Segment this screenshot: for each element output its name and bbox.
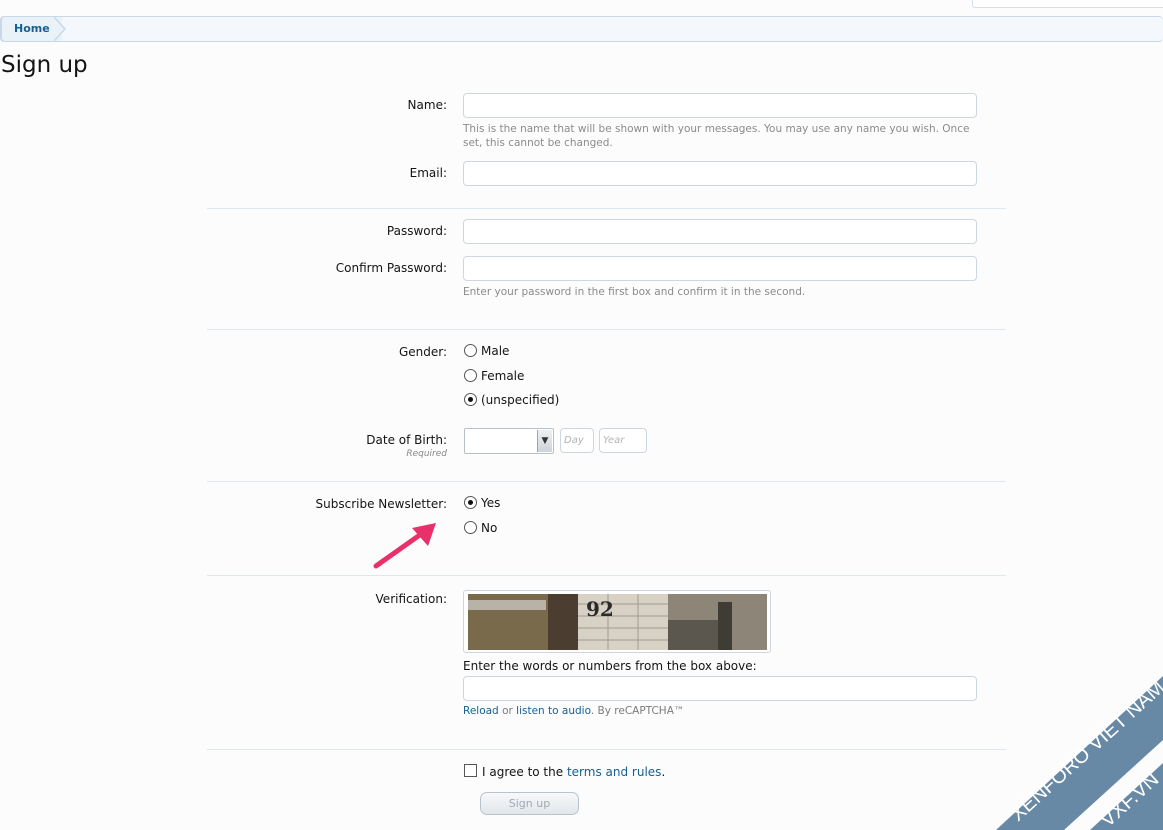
confirm-password-label: Confirm Password:	[335, 261, 447, 275]
email-label: Email:	[409, 166, 447, 180]
gender-option-label: Female	[481, 369, 525, 383]
watermark-line1: XENFORO VIET NAM	[1007, 677, 1163, 826]
email-input[interactable]	[463, 161, 977, 186]
name-hint: This is the name that will be shown with…	[463, 123, 970, 149]
listen-audio-link[interactable]: listen to audio	[516, 705, 591, 717]
divider	[207, 481, 1006, 482]
dob-day-input[interactable]: Day	[560, 428, 594, 453]
confirm-password-input[interactable]	[463, 256, 977, 281]
captcha-box: 92	[463, 590, 771, 653]
newsletter-option-label: No	[481, 521, 498, 535]
breadcrumb-arrow-fill	[53, 17, 64, 41]
agree-prefix: I agree to the	[482, 765, 564, 779]
dob-label: Date of Birth:	[366, 433, 447, 447]
newsletter-option-label: Yes	[481, 496, 501, 510]
name-label: Name:	[407, 98, 447, 112]
name-input[interactable]	[463, 93, 977, 118]
divider	[207, 329, 1006, 330]
newsletter-label: Subscribe Newsletter:	[315, 497, 447, 511]
search-box[interactable]	[972, 0, 1163, 8]
chevron-down-icon[interactable]: ▼	[537, 430, 552, 452]
annotation-arrow-icon	[373, 523, 436, 569]
or-text: or	[502, 705, 513, 717]
divider	[207, 575, 1006, 576]
agree-text: I agree to the terms and rules.	[482, 765, 665, 779]
agree-suffix: .	[661, 765, 666, 779]
recaptcha-credit: . By reCAPTCHA™	[590, 705, 685, 717]
gender-label: Gender:	[398, 345, 447, 359]
dob-month-select[interactable]: ▼	[464, 428, 554, 454]
radio-button[interactable]	[464, 344, 477, 357]
gender-option-label: (unspecified)	[481, 393, 560, 407]
verification-prompt: Enter the words or numbers from the box …	[463, 659, 757, 673]
confirm-password-hint: Enter your password in the first box and…	[463, 286, 806, 298]
password-label: Password:	[386, 224, 447, 238]
reload-link[interactable]: Reload	[463, 705, 499, 717]
captcha-text: 92	[586, 597, 614, 621]
gender-option-label: Male	[481, 344, 510, 358]
dob-required-note: Required	[406, 449, 447, 459]
dob-year-input[interactable]: Year	[599, 428, 647, 453]
captcha-image: 92	[468, 594, 767, 650]
radio-button-selected[interactable]	[464, 393, 477, 406]
radio-button[interactable]	[464, 369, 477, 382]
terms-link[interactable]: terms and rules	[567, 765, 661, 779]
password-input[interactable]	[463, 219, 977, 244]
verification-label: Verification:	[375, 592, 447, 606]
divider	[207, 208, 1006, 209]
sign-up-button[interactable]: Sign up	[480, 792, 579, 815]
divider	[207, 749, 1006, 750]
captcha-links: Reload or listen to audio. By reCAPTCHA™	[463, 705, 684, 717]
captcha-answer-input[interactable]	[463, 676, 977, 701]
radio-button-selected[interactable]	[464, 496, 477, 509]
breadcrumb: Home	[0, 16, 1163, 42]
page-title: Sign up	[1, 52, 88, 78]
radio-button[interactable]	[464, 521, 477, 534]
watermark-line2: VXF.VN	[1097, 769, 1163, 830]
agree-checkbox[interactable]	[464, 764, 477, 777]
